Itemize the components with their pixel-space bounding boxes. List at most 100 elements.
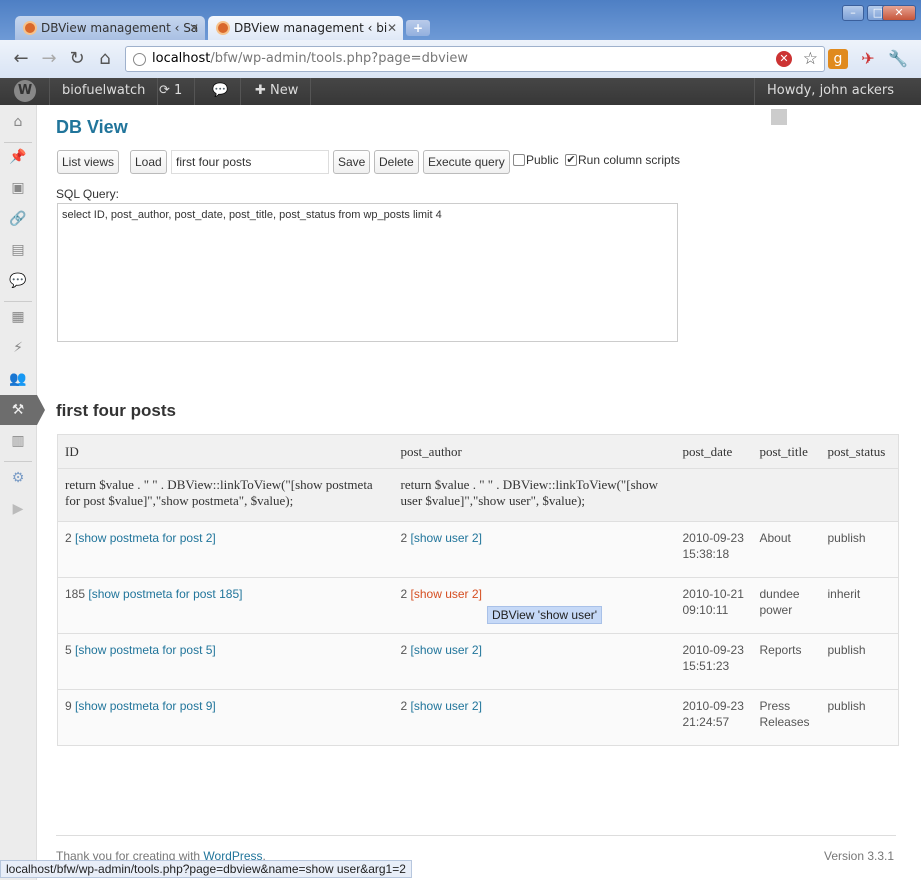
back-arrow-icon[interactable]: ←	[10, 48, 32, 70]
dashboard-icon[interactable]: ⌂	[9, 113, 27, 131]
url-path: /bfw/wp-admin/tools.php?page=dbview	[210, 51, 469, 66]
show-user-link[interactable]: [show user 2]	[411, 531, 482, 545]
comments-link[interactable]: 💬	[200, 78, 242, 105]
plus-icon: ✚	[255, 83, 266, 98]
new-label: New	[270, 83, 299, 98]
globe-icon	[133, 53, 146, 66]
title-cell: Reports	[752, 633, 821, 690]
column-scripts-row: return $value . " " . DBView::linkToView…	[57, 468, 899, 522]
stop-icon[interactable]: ✕	[776, 51, 792, 67]
id-value: 2	[65, 531, 72, 545]
wordpress-logo-icon: W	[14, 80, 36, 102]
browser-tab-2[interactable]: DBView management ‹ bi ✕	[208, 16, 403, 40]
pages-icon[interactable]: ▤	[9, 241, 27, 259]
tab-strip: DBView management ‹ Sa ✕ DBView manageme…	[0, 0, 921, 40]
column-script	[752, 468, 821, 522]
updates-count: 1	[174, 83, 183, 98]
links-icon[interactable]: 🔗	[9, 210, 27, 228]
tools-icon[interactable]: ⚒	[9, 401, 27, 419]
table-row: 2 [show postmeta for post 2] 2 [show use…	[57, 521, 899, 578]
page-title: DB View	[56, 117, 128, 137]
author-cell: 2 [show user 2]	[393, 633, 676, 690]
collapse-menu-icon[interactable]: ▶	[9, 500, 27, 518]
column-header: post_author	[393, 434, 676, 469]
column-script	[820, 468, 899, 522]
author-value: 2	[400, 699, 408, 713]
extension-bird-icon[interactable]: ✈	[858, 49, 878, 69]
wordpress-favicon-icon	[216, 21, 230, 35]
plugins-icon[interactable]: ⚡	[9, 339, 27, 357]
tab-close-icon[interactable]: ✕	[387, 16, 397, 40]
date-cell: 2010-09-23 21:24:57	[675, 689, 753, 746]
tab-close-icon[interactable]: ✕	[189, 16, 199, 40]
wp-logo-menu[interactable]: W	[0, 78, 50, 105]
address-bar[interactable]: localhost/bfw/wp-admin/tools.php?page=db…	[125, 46, 825, 72]
show-postmeta-link[interactable]: [show postmeta for post 9]	[75, 699, 216, 713]
wrench-icon[interactable]: 🔧	[888, 49, 908, 69]
forward-arrow-icon[interactable]: →	[38, 48, 60, 70]
media-icon[interactable]: ▣	[9, 179, 27, 197]
date-cell: 2010-09-23 15:51:23	[675, 633, 753, 690]
author-cell: 2 [show user 2]	[393, 521, 676, 578]
column-script: return $value . " " . DBView::linkToView…	[57, 468, 394, 522]
url-host: localhost	[152, 51, 211, 66]
greeting-text: Howdy, john ackers	[767, 83, 895, 98]
id-cell: 9 [show postmeta for post 9]	[57, 689, 394, 746]
users-icon[interactable]: 👥	[9, 370, 27, 388]
footer-version: Version 3.3.1	[824, 849, 895, 863]
execute-query-button[interactable]: Execute query	[423, 150, 510, 174]
updates-icon: ⟳	[159, 83, 170, 98]
appearance-icon[interactable]: ▦	[9, 308, 27, 326]
id-value: 5	[65, 643, 72, 657]
account-menu[interactable]: Howdy, john ackers	[754, 78, 921, 125]
status-cell: publish	[820, 633, 899, 690]
show-user-link[interactable]: [show user 2]	[411, 643, 482, 657]
view-name-input[interactable]: first four posts	[171, 150, 329, 174]
site-name-link[interactable]: biofuelwatch	[50, 78, 159, 105]
browser-status-bar: localhost/bfw/wp-admin/tools.php?page=db…	[0, 860, 412, 878]
table-row: 185 [show postmeta for post 185] 2 [show…	[57, 577, 899, 634]
bookmark-star-icon[interactable]: ☆	[803, 49, 818, 69]
browser-chrome: DBView management ‹ Sa ✕ DBView manageme…	[0, 0, 921, 78]
reload-icon[interactable]: ↻	[66, 48, 88, 70]
id-value: 9	[65, 699, 72, 713]
show-postmeta-link[interactable]: [show postmeta for post 185]	[88, 587, 242, 601]
new-content-menu[interactable]: ✚ New	[243, 78, 312, 105]
close-window-button[interactable]: ✕	[882, 5, 916, 21]
menu-separator	[4, 142, 32, 143]
id-value: 185	[65, 587, 86, 601]
show-user-link[interactable]: [show user 2]	[411, 699, 482, 713]
status-cell: publish	[820, 689, 899, 746]
delete-button[interactable]: Delete	[374, 150, 419, 174]
gear-icon[interactable]: ⚙	[9, 469, 27, 487]
show-postmeta-link[interactable]: [show postmeta for post 2]	[75, 531, 216, 545]
updates-link[interactable]: ⟳ 1	[147, 78, 196, 105]
new-tab-button[interactable]: +	[406, 20, 430, 36]
browser-toolbar: ← → ↻ ⌂ localhost/bfw/wp-admin/tools.php…	[0, 40, 921, 78]
column-header: post_date	[675, 434, 753, 469]
table-row: 5 [show postmeta for post 5] 2 [show use…	[57, 633, 899, 690]
minimize-button[interactable]: –	[842, 5, 864, 21]
menu-separator	[4, 301, 32, 302]
extension-g-icon[interactable]: g	[828, 49, 848, 69]
author-cell: 2 [show user 2]	[393, 689, 676, 746]
title-cell: Press Releases	[752, 689, 821, 746]
run-scripts-checkbox[interactable]: ✔	[565, 154, 577, 166]
settings-icon[interactable]: ▥	[9, 432, 27, 450]
show-postmeta-link[interactable]: [show postmeta for post 5]	[75, 643, 216, 657]
posts-pin-icon[interactable]: 📌	[9, 148, 27, 166]
browser-tab-1[interactable]: DBView management ‹ Sa ✕	[15, 16, 205, 40]
load-button[interactable]: Load	[130, 150, 167, 174]
run-scripts-label: Run column scripts	[578, 153, 681, 167]
sql-query-textarea[interactable]: select ID, post_author, post_date, post_…	[57, 203, 678, 342]
save-button[interactable]: Save	[333, 150, 371, 174]
title-cell: About	[752, 521, 821, 578]
public-checkbox[interactable]	[513, 154, 525, 166]
author-value: 2	[400, 643, 408, 657]
comments-icon[interactable]: 💬	[9, 272, 27, 290]
date-cell: 2010-10-21 09:10:11	[675, 577, 753, 634]
show-user-link[interactable]: [show user 2]	[411, 587, 482, 601]
home-icon[interactable]: ⌂	[94, 48, 116, 70]
sql-query-label: SQL Query:	[56, 187, 119, 201]
list-views-button[interactable]: List views	[57, 150, 120, 174]
